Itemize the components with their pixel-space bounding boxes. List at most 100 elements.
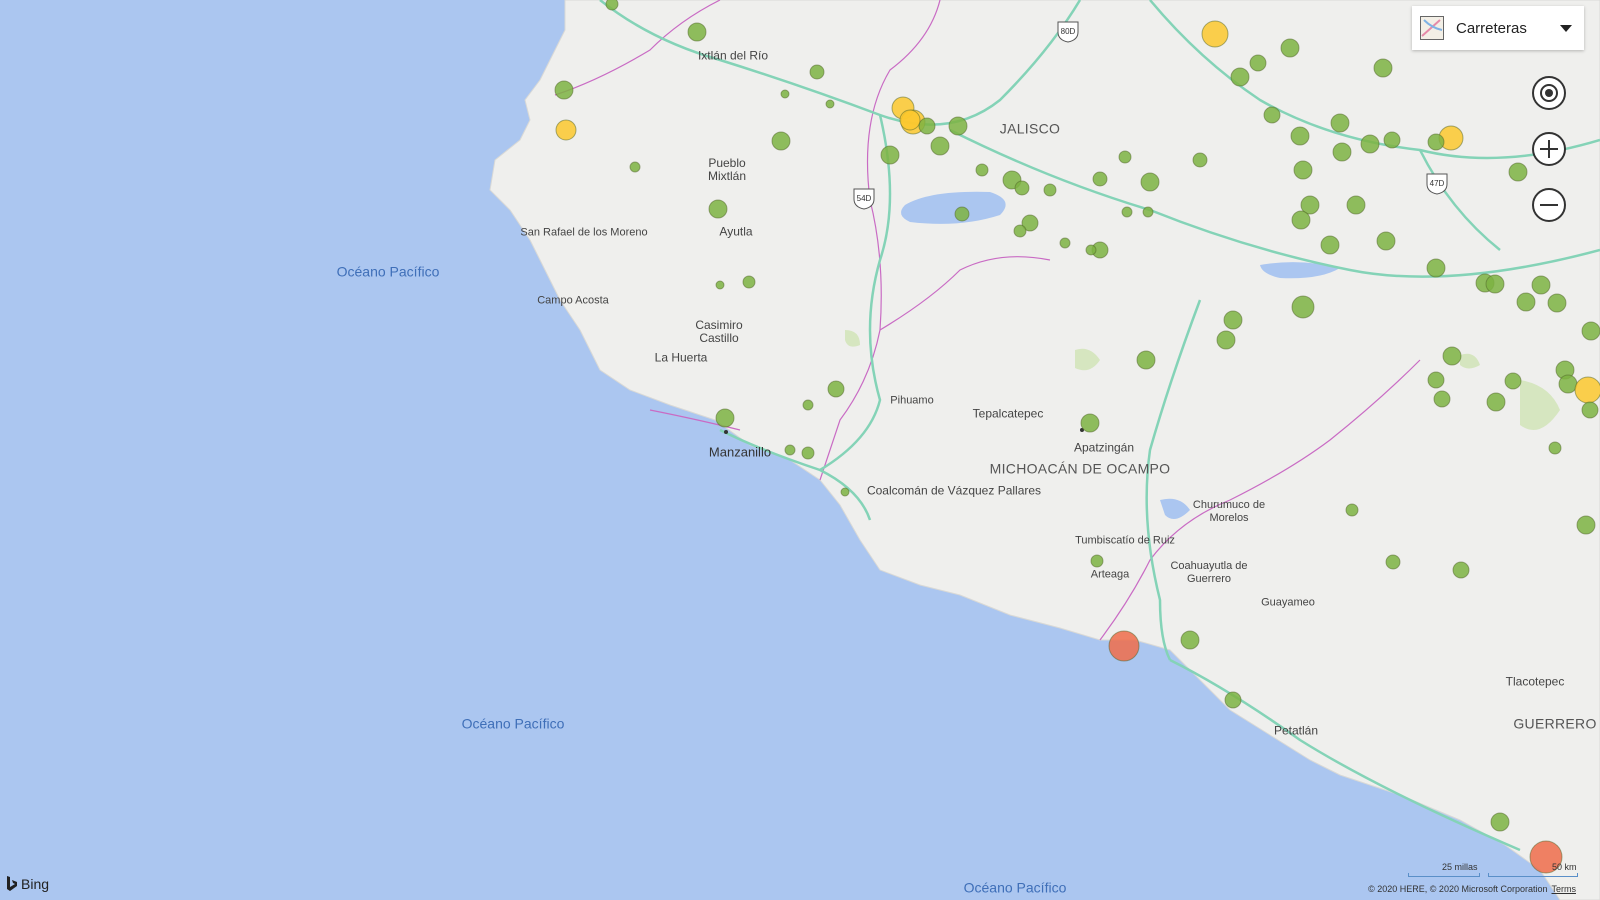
data-bubble[interactable]: [899, 109, 921, 131]
data-bubble[interactable]: [1121, 206, 1133, 218]
data-bubble[interactable]: [1531, 275, 1551, 295]
data-bubble[interactable]: [1201, 20, 1229, 48]
data-bubble[interactable]: [1216, 330, 1236, 350]
data-bubble[interactable]: [1383, 131, 1401, 149]
data-bubble[interactable]: [555, 119, 577, 141]
data-bubble[interactable]: [1452, 561, 1470, 579]
data-bubble[interactable]: [784, 444, 796, 456]
data-bubble[interactable]: [1290, 126, 1310, 146]
data-bubble[interactable]: [1180, 630, 1200, 650]
terms-link[interactable]: Terms: [1552, 884, 1577, 894]
data-bubble[interactable]: [1346, 195, 1366, 215]
data-bubble[interactable]: [880, 145, 900, 165]
shield-54d: 54D: [857, 194, 872, 203]
data-bubble[interactable]: [1291, 295, 1315, 319]
data-bubble[interactable]: [1108, 630, 1140, 662]
data-bubble[interactable]: [1092, 171, 1108, 187]
data-bubble[interactable]: [809, 64, 825, 80]
data-bubble[interactable]: [1442, 346, 1462, 366]
data-bubble[interactable]: [1140, 172, 1160, 192]
scale-miles-bar: [1408, 873, 1480, 877]
data-bubble[interactable]: [1385, 554, 1401, 570]
data-bubble[interactable]: [1332, 142, 1352, 162]
data-bubble[interactable]: [1504, 372, 1522, 390]
data-bubble[interactable]: [1080, 413, 1100, 433]
data-bubble[interactable]: [948, 116, 968, 136]
data-bubble[interactable]: [1486, 392, 1506, 412]
map-canvas[interactable]: 80D 54D 47D: [0, 0, 1600, 900]
bing-logo[interactable]: Bing: [6, 876, 49, 892]
data-bubble[interactable]: [930, 136, 950, 156]
data-bubble[interactable]: [1013, 224, 1027, 238]
data-bubble[interactable]: [742, 275, 756, 289]
data-bubble[interactable]: [1508, 162, 1528, 182]
data-bubble[interactable]: [1576, 515, 1596, 535]
data-bubble[interactable]: [1059, 237, 1071, 249]
data-bubble[interactable]: [1427, 371, 1445, 389]
data-bubble[interactable]: [1223, 310, 1243, 330]
bing-icon: [7, 876, 17, 891]
locate-me-button[interactable]: [1532, 76, 1566, 110]
data-bubble[interactable]: [554, 80, 574, 100]
data-bubble[interactable]: [1192, 152, 1208, 168]
data-bubble[interactable]: [1373, 58, 1393, 78]
data-bubble[interactable]: [1345, 503, 1359, 517]
data-bubble[interactable]: [840, 487, 850, 497]
ocean-label: Océano Pacífico: [336, 263, 440, 280]
data-bubble[interactable]: [1548, 441, 1562, 455]
data-bubble[interactable]: [1581, 321, 1600, 341]
place-label: Petatlán: [1273, 723, 1319, 738]
data-bubble[interactable]: [801, 446, 815, 460]
data-bubble[interactable]: [771, 131, 791, 151]
data-bubble[interactable]: [1320, 235, 1340, 255]
data-bubble[interactable]: [1249, 54, 1267, 72]
data-bubble[interactable]: [1558, 374, 1578, 394]
data-bubble[interactable]: [1360, 134, 1380, 154]
data-bubble[interactable]: [1014, 180, 1030, 196]
data-bubble[interactable]: [1090, 554, 1104, 568]
data-bubble[interactable]: [1547, 293, 1567, 313]
data-bubble[interactable]: [1574, 376, 1600, 404]
data-bubble[interactable]: [827, 380, 845, 398]
data-bubble[interactable]: [1118, 150, 1132, 164]
place-label: San Rafael de los Moreno: [520, 226, 648, 239]
data-bubble[interactable]: [1291, 210, 1311, 230]
data-bubble[interactable]: [1263, 106, 1281, 124]
data-bubble[interactable]: [1136, 350, 1156, 370]
data-bubble[interactable]: [1516, 292, 1536, 312]
data-bubble[interactable]: [1330, 113, 1350, 133]
data-bubble[interactable]: [1376, 231, 1396, 251]
place-label: Tumbiscatío de Ruiz: [1075, 534, 1175, 547]
data-bubble[interactable]: [605, 0, 619, 11]
data-bubble[interactable]: [1230, 67, 1250, 87]
data-bubble[interactable]: [1581, 401, 1599, 419]
map-style-dropdown[interactable]: Carreteras: [1412, 6, 1584, 50]
data-bubble[interactable]: [1426, 258, 1446, 278]
place-label: Ayutla: [719, 224, 753, 239]
data-bubble[interactable]: [1280, 38, 1300, 58]
data-bubble[interactable]: [1224, 691, 1242, 709]
data-bubble[interactable]: [802, 399, 814, 411]
data-bubble[interactable]: [825, 99, 835, 109]
data-bubble[interactable]: [1043, 183, 1057, 197]
place-label: Campo Acosta: [537, 294, 609, 307]
data-bubble[interactable]: [918, 117, 936, 135]
zoom-out-button[interactable]: [1532, 188, 1566, 222]
data-bubble[interactable]: [954, 206, 970, 222]
zoom-in-button[interactable]: [1532, 132, 1566, 166]
data-bubble[interactable]: [715, 408, 735, 428]
data-bubble[interactable]: [1485, 274, 1505, 294]
data-bubble[interactable]: [1293, 160, 1313, 180]
data-bubble[interactable]: [1433, 390, 1451, 408]
data-bubble[interactable]: [687, 22, 707, 42]
place-label: Ixtlán del Río: [697, 48, 769, 63]
data-bubble[interactable]: [1142, 206, 1154, 218]
data-bubble[interactable]: [975, 163, 989, 177]
data-bubble[interactable]: [708, 199, 728, 219]
data-bubble[interactable]: [1427, 133, 1445, 151]
data-bubble[interactable]: [629, 161, 641, 173]
data-bubble[interactable]: [715, 280, 725, 290]
data-bubble[interactable]: [1085, 244, 1097, 256]
data-bubble[interactable]: [780, 89, 790, 99]
data-bubble[interactable]: [1490, 812, 1510, 832]
